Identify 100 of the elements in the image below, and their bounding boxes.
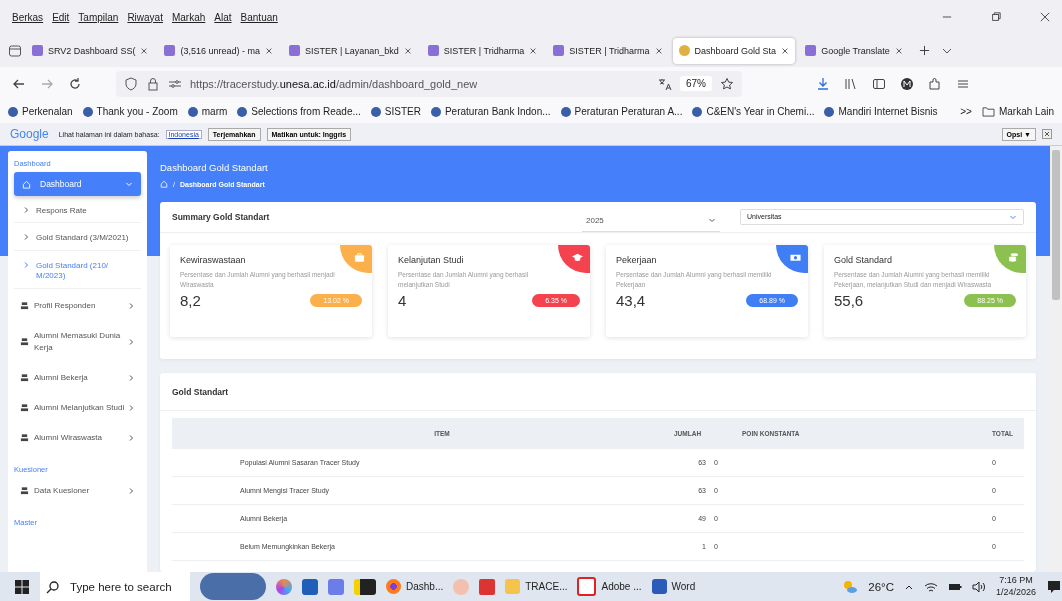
close-icon[interactable]	[654, 46, 663, 55]
browser-tab[interactable]: Dashboard Gold Sta	[672, 37, 796, 64]
favicon-icon	[187, 106, 198, 117]
bookmark-item[interactable]: SISTER	[370, 106, 421, 117]
favicon-icon	[288, 45, 300, 56]
translate-icon[interactable]	[658, 76, 672, 91]
menu-item[interactable]: Markah	[171, 11, 206, 23]
favicon-icon	[824, 106, 835, 117]
speaker-icon[interactable]	[971, 579, 986, 594]
app-icon	[577, 577, 597, 596]
chevron-right-icon	[127, 301, 135, 310]
nav-item[interactable]: Dashboard	[14, 172, 141, 196]
download-icon[interactable]	[816, 76, 830, 91]
notification-icon[interactable]	[1046, 578, 1062, 595]
taskbar-app[interactable]: TRACE...	[505, 579, 568, 594]
favicon-icon	[678, 45, 690, 56]
app-icon[interactable]	[479, 578, 496, 595]
taskbar-app[interactable]: Dashb...	[386, 579, 444, 594]
bookmark-item[interactable]: Selections from Reade...	[237, 106, 361, 117]
menu-item[interactable]: Berkas	[12, 11, 44, 23]
bookmark-item[interactable]: Peraturan Peraturan A...	[560, 106, 683, 117]
reload-icon[interactable]	[68, 76, 82, 91]
bookmark-item[interactable]: Peraturan Bank Indon...	[430, 106, 551, 117]
browser-tab[interactable]: (3,516 unread) - ma	[158, 37, 279, 64]
clock-date[interactable]: 1/24/2026	[995, 586, 1036, 599]
more-bookmarks-button[interactable]: >>	[960, 106, 972, 117]
stat-title: Kelanjutan Studi	[398, 255, 465, 265]
chevron-down-icon	[708, 216, 716, 224]
menu-item[interactable]: Bantuan	[240, 11, 278, 23]
bookmark-item[interactable]: C&EN's Year in Chemi...	[692, 106, 815, 117]
new-tab-icon[interactable]	[918, 45, 930, 56]
close-icon[interactable]	[1040, 12, 1050, 22]
close-icon[interactable]	[1042, 129, 1052, 139]
close-icon[interactable]	[894, 46, 903, 55]
sidebar-icon[interactable]	[872, 76, 886, 91]
favicon-icon	[237, 106, 248, 117]
browser-tab[interactable]: SISTER | Layanan_bkd	[282, 37, 418, 64]
star-icon[interactable]	[720, 76, 734, 91]
nav-item[interactable]: Alumni Bekerja	[14, 364, 141, 391]
lock-icon	[146, 76, 160, 91]
taskbar-app[interactable]: Word	[651, 579, 696, 594]
chevron-down-icon	[1009, 213, 1017, 221]
extensions-icon[interactable]	[928, 76, 942, 91]
favicon-icon	[82, 106, 93, 117]
tab-list-icon[interactable]	[8, 43, 22, 58]
restore-icon[interactable]	[991, 12, 1001, 22]
year-select[interactable]: 2025	[582, 210, 720, 232]
bookmark-item[interactable]: Mandiri Internet Bisnis	[824, 106, 938, 117]
address-bar[interactable]: https://tracerstudy.unesa.ac.id/admin/dashboard_gold_new 67%	[116, 70, 742, 97]
close-icon[interactable]	[403, 46, 412, 55]
bookmark-item[interactable]: marm	[187, 106, 228, 117]
chevron-right-icon	[127, 486, 135, 495]
browser-tab[interactable]: SISTER | Tridharma	[547, 37, 669, 64]
nav-subitem[interactable]: Gold Standard (210/ M/2023)	[14, 254, 141, 289]
clock-time[interactable]: 7:16 PM	[999, 574, 1033, 587]
close-icon[interactable]	[781, 46, 790, 55]
browser-tab[interactable]: SISTER | Tridharma	[421, 37, 544, 64]
weather-text[interactable]: 26°C	[868, 580, 894, 593]
stat-title: Kewiraswastaan	[180, 255, 247, 265]
zoom-level[interactable]: 67%	[680, 76, 712, 91]
nav-item[interactable]: Alumni Wiraswasta	[14, 424, 141, 451]
menu-item[interactable]: Tampilan	[78, 11, 119, 23]
chevron-right-icon	[127, 337, 135, 346]
stat-value: 4	[398, 292, 408, 309]
chevron-down-icon	[125, 180, 133, 188]
colorful-app-icon[interactable]	[276, 578, 292, 595]
card-title: Gold Standart	[172, 386, 229, 397]
favicon-icon	[692, 106, 703, 117]
browser-tab[interactable]: Google Translate	[799, 37, 909, 64]
nav-subitem[interactable]: Gold Standard (3/M/2021)	[14, 227, 141, 251]
windows-logo-icon[interactable]	[14, 578, 30, 595]
nav-item[interactable]: Alumni Melanjutkan Studi	[14, 394, 141, 421]
chevron-right-icon	[22, 206, 30, 214]
taskbar-search-field[interactable]: Type here to search	[40, 572, 190, 601]
close-icon[interactable]	[529, 46, 538, 55]
nav-item[interactable]: Data Kuesioner	[14, 477, 141, 504]
bookmark-item[interactable]: Thank you - Zoom	[82, 106, 178, 117]
menu-item[interactable]: Edit	[52, 11, 70, 23]
close-icon[interactable]	[140, 46, 149, 55]
nav-subitem[interactable]: Respons Rate	[14, 200, 141, 224]
app-icon	[651, 579, 667, 594]
folder-icon	[981, 106, 995, 117]
stat-title: Pekerjaan	[616, 255, 658, 265]
library-icon[interactable]	[844, 76, 858, 91]
close-icon[interactable]	[264, 46, 273, 55]
favicon-icon	[427, 45, 439, 56]
bookmark-item[interactable]: Perkenalan	[8, 106, 73, 117]
favicon-icon	[32, 45, 43, 56]
nav-item[interactable]: Profil Responden	[14, 292, 141, 319]
nav-item[interactable]: Alumni Memasuki Dunia Kerja	[14, 322, 141, 361]
bookmark-folder[interactable]: Markah Lain	[981, 106, 1054, 117]
browser-tab[interactable]: SRV2 Dashboard SS(	[26, 37, 155, 64]
taskbar-app[interactable]: Adobe ...	[577, 577, 642, 596]
card-title: Summary Gold Standart	[172, 212, 271, 222]
account-icon[interactable]	[900, 76, 914, 91]
menu-item[interactable]: Alat	[214, 11, 232, 23]
menu-item[interactable]: Riwayat	[127, 11, 163, 23]
home-icon	[22, 179, 31, 189]
scrollbar-thumb[interactable]	[1052, 150, 1060, 300]
app-icon[interactable]	[328, 578, 344, 595]
